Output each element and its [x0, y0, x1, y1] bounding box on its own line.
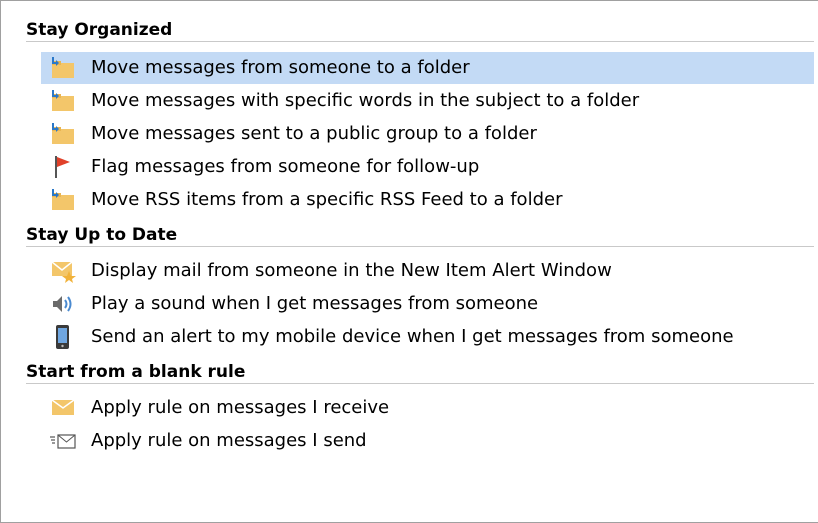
rule-template-messages-send[interactable]: Apply rule on messages I send: [41, 425, 814, 457]
rule-template-label: Play a sound when I get messages from so…: [91, 293, 539, 314]
group-title: Start from a blank rule: [26, 362, 246, 382]
rule-template-label: Move messages sent to a public group to …: [91, 123, 537, 144]
rule-template-move-from-someone[interactable]: Move messages from someone to a folder: [41, 52, 814, 84]
group-header-blank-rule: Start from a blank rule: [26, 361, 814, 384]
rule-template-label: Display mail from someone in the New Ite…: [91, 260, 612, 281]
folder-move-icon: [52, 189, 74, 210]
rule-template-label: Move messages from someone to a folder: [91, 57, 470, 78]
rule-template-label: Apply rule on messages I send: [91, 430, 367, 451]
send-message-icon: [50, 434, 76, 449]
speaker-icon: [53, 296, 72, 312]
rule-template-label: Send an alert to my mobile device when I…: [91, 326, 734, 347]
rule-template-move-public-group[interactable]: Move messages sent to a public group to …: [41, 118, 814, 150]
group-title: Stay Up to Date: [26, 225, 178, 245]
group-title: Stay Organized: [26, 20, 173, 40]
group-header-stay-organized: Stay Organized: [26, 19, 814, 42]
rule-template-new-item-alert[interactable]: Display mail from someone in the New Ite…: [41, 255, 814, 287]
rules-template-list: Stay Organized Move messages from someon…: [0, 0, 818, 523]
rule-template-label: Move RSS items from a specific RSS Feed …: [91, 189, 563, 210]
rule-template-move-rss[interactable]: Move RSS items from a specific RSS Feed …: [41, 184, 814, 216]
group-header-stay-up-to-date: Stay Up to Date: [26, 224, 814, 247]
folder-move-icon: [52, 90, 74, 111]
divider: [26, 383, 814, 384]
rule-template-move-specific-words[interactable]: Move messages with specific words in the…: [41, 85, 814, 117]
rule-template-play-sound[interactable]: Play a sound when I get messages from so…: [41, 288, 814, 320]
rule-template-flag-follow-up[interactable]: Flag messages from someone for follow-up: [41, 151, 814, 183]
folder-move-icon: [52, 123, 74, 144]
folder-move-icon: [52, 57, 74, 78]
flag-icon: [55, 156, 70, 178]
divider: [26, 41, 814, 42]
mobile-device-icon: [56, 325, 69, 349]
rule-template-messages-receive[interactable]: Apply rule on messages I receive: [41, 392, 814, 424]
mail-alert-icon: [51, 261, 76, 283]
divider: [26, 246, 814, 247]
envelope-icon: [51, 399, 75, 415]
rule-template-label: Apply rule on messages I receive: [91, 397, 390, 418]
rule-template-mobile-alert[interactable]: Send an alert to my mobile device when I…: [41, 321, 814, 353]
rule-template-label: Move messages with specific words in the…: [91, 90, 640, 111]
rule-template-label: Flag messages from someone for follow-up: [91, 156, 480, 177]
